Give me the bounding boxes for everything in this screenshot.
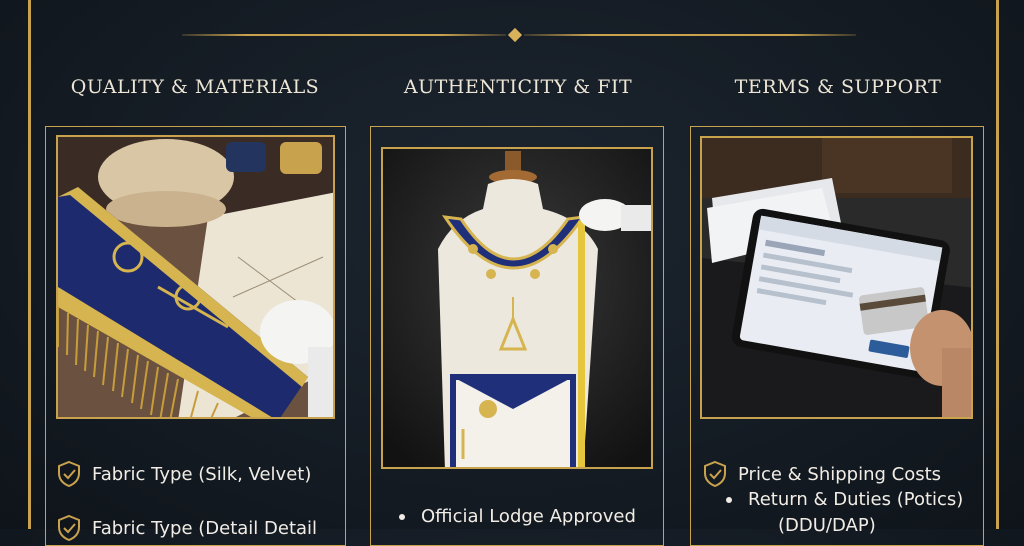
item-text: Fabric Type (Silk, Velvet) — [92, 463, 312, 485]
bullet-icon — [726, 496, 732, 503]
regalia-mannequin-photo — [381, 147, 653, 469]
list-item-continued: (DDU/DAP) — [778, 515, 876, 536]
list-item: Fabric Type (Detail Detail — [56, 514, 317, 542]
heading-quality-materials: QUALITY & MATERIALS — [70, 76, 320, 98]
list-item: Fabric Type (Silk, Velvet) — [56, 460, 311, 488]
list-item: Price & Shipping Costs — [702, 460, 941, 488]
bullet-icon — [399, 513, 405, 520]
item-text: Official Lodge Approved — [421, 506, 636, 527]
item-text: Price & Shipping Costs — [738, 463, 942, 485]
tablet-payment-photo — [700, 136, 973, 419]
shield-check-icon — [58, 514, 80, 542]
item-text: Fabric Type (Detail Detail — [92, 517, 318, 539]
shield-check-icon — [58, 460, 80, 488]
heading-terms-support: TERMS & SUPPORT — [734, 76, 942, 98]
list-item: Return & Duties (Potics) — [726, 489, 963, 510]
right-frame-border — [996, 0, 999, 529]
item-text: (DDU/DAP) — [778, 515, 876, 536]
embroidered-sash-photo — [56, 135, 335, 419]
item-text: Return & Duties (Potics) — [748, 489, 964, 510]
divider-line-right — [524, 34, 856, 36]
heading-authenticity-fit: AUTHENTICITY & FIT — [403, 76, 633, 98]
list-item: Official Lodge Approved — [399, 506, 636, 527]
shield-check-icon — [704, 460, 726, 488]
left-frame-border — [28, 0, 31, 529]
divider-line-left — [182, 34, 506, 36]
diamond-ornament-icon — [507, 27, 523, 43]
